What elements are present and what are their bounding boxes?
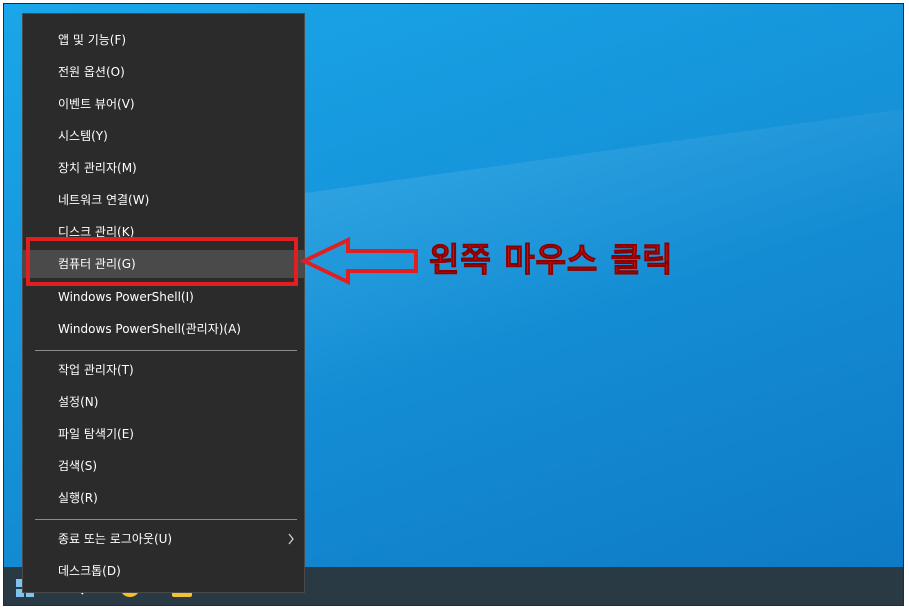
menu-separator	[35, 350, 297, 351]
chevron-right-icon	[288, 533, 294, 545]
annotation-label: 왼쪽 마우스 클릭	[429, 240, 674, 280]
menu-item-system[interactable]: 시스템(Y)	[23, 122, 304, 150]
menu-item-network-connections[interactable]: 네트워크 연결(W)	[23, 186, 304, 214]
menu-item-label: 종료 또는 로그아웃(U)	[58, 532, 173, 546]
menu-item-powershell[interactable]: Windows PowerShell(I)	[23, 283, 304, 311]
menu-item-file-explorer[interactable]: 파일 탐색기(E)	[23, 420, 304, 448]
menu-item-powershell-admin[interactable]: Windows PowerShell(관리자)(A)	[23, 315, 304, 343]
winx-context-menu: 앱 및 기능(F) 전원 옵션(O) 이벤트 뷰어(V) 시스템(Y) 장치 관…	[22, 13, 305, 593]
menu-item-event-viewer[interactable]: 이벤트 뷰어(V)	[23, 90, 304, 118]
menu-item-apps-features[interactable]: 앱 및 기능(F)	[23, 26, 304, 54]
annotation-highlight-box	[26, 237, 298, 286]
menu-item-device-manager[interactable]: 장치 관리자(M)	[23, 154, 304, 182]
menu-item-power-options[interactable]: 전원 옵션(O)	[23, 58, 304, 86]
menu-item-search[interactable]: 검색(S)	[23, 452, 304, 480]
menu-item-task-manager[interactable]: 작업 관리자(T)	[23, 356, 304, 384]
menu-item-shutdown-signout[interactable]: 종료 또는 로그아웃(U)	[23, 525, 304, 553]
menu-item-settings[interactable]: 설정(N)	[23, 388, 304, 416]
annotation-arrow-icon	[300, 236, 418, 286]
menu-item-run[interactable]: 실행(R)	[23, 484, 304, 512]
screenshot-frame: 앱 및 기능(F) 전원 옵션(O) 이벤트 뷰어(V) 시스템(Y) 장치 관…	[3, 3, 904, 606]
menu-item-desktop[interactable]: 데스크톱(D)	[23, 557, 304, 585]
menu-separator	[35, 519, 297, 520]
